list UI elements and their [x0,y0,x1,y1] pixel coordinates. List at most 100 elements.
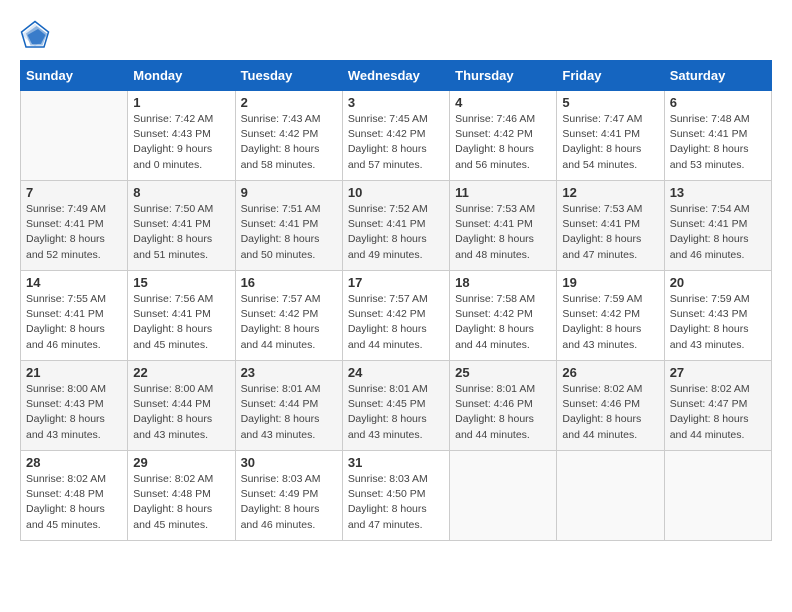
cell-content: Sunrise: 8:01 AMSunset: 4:45 PMDaylight:… [348,382,444,443]
day-number: 5 [562,95,658,110]
day-number: 23 [241,365,337,380]
page-header [20,20,772,50]
calendar-table: SundayMondayTuesdayWednesdayThursdayFrid… [20,60,772,541]
cell-content: Sunrise: 8:01 AMSunset: 4:44 PMDaylight:… [241,382,337,443]
cell-content: Sunrise: 7:57 AMSunset: 4:42 PMDaylight:… [241,292,337,353]
day-number: 21 [26,365,122,380]
calendar-cell: 31 Sunrise: 8:03 AMSunset: 4:50 PMDayligh… [342,451,449,541]
calendar-cell: 15 Sunrise: 7:56 AMSunset: 4:41 PMDayligh… [128,271,235,361]
logo-icon [20,20,50,50]
calendar-cell: 30 Sunrise: 8:03 AMSunset: 4:49 PMDayligh… [235,451,342,541]
logo [20,20,54,50]
calendar-week-row: 14 Sunrise: 7:55 AMSunset: 4:41 PMDayligh… [21,271,772,361]
day-number: 22 [133,365,229,380]
calendar-cell: 29 Sunrise: 8:02 AMSunset: 4:48 PMDayligh… [128,451,235,541]
day-number: 1 [133,95,229,110]
day-number: 26 [562,365,658,380]
cell-content: Sunrise: 8:00 AMSunset: 4:43 PMDaylight:… [26,382,122,443]
calendar-cell: 12 Sunrise: 7:53 AMSunset: 4:41 PMDayligh… [557,181,664,271]
cell-content: Sunrise: 7:55 AMSunset: 4:41 PMDaylight:… [26,292,122,353]
cell-content: Sunrise: 7:46 AMSunset: 4:42 PMDaylight:… [455,112,551,173]
calendar-cell: 18Sunrise: 7:58 AMSunset: 4:42 PMDayligh… [450,271,557,361]
cell-content: Sunrise: 7:53 AMSunset: 4:41 PMDaylight:… [562,202,658,263]
calendar-cell [21,91,128,181]
calendar-cell: 28 Sunrise: 8:02 AMSunset: 4:48 PMDayligh… [21,451,128,541]
cell-content: Sunrise: 8:03 AMSunset: 4:50 PMDaylight:… [348,472,444,533]
cell-content: Sunrise: 8:02 AMSunset: 4:48 PMDaylight:… [133,472,229,533]
cell-content: Sunrise: 8:03 AMSunset: 4:49 PMDaylight:… [241,472,337,533]
weekday-header-saturday: Saturday [664,61,771,91]
day-number: 31 [348,455,444,470]
calendar-cell: 8 Sunrise: 7:50 AMSunset: 4:41 PMDaylight… [128,181,235,271]
calendar-cell: 14 Sunrise: 7:55 AMSunset: 4:41 PMDayligh… [21,271,128,361]
day-number: 2 [241,95,337,110]
cell-content: Sunrise: 7:43 AMSunset: 4:42 PMDaylight:… [241,112,337,173]
weekday-header-sunday: Sunday [21,61,128,91]
day-number: 19 [562,275,658,290]
weekday-header-friday: Friday [557,61,664,91]
calendar-week-row: 1 Sunrise: 7:42 AMSunset: 4:43 PMDaylight… [21,91,772,181]
day-number: 13 [670,185,766,200]
calendar-cell: 19 Sunrise: 7:59 AMSunset: 4:42 PMDayligh… [557,271,664,361]
calendar-week-row: 7Sunrise: 7:49 AMSunset: 4:41 PMDaylight… [21,181,772,271]
day-number: 10 [348,185,444,200]
calendar-cell: 2 Sunrise: 7:43 AMSunset: 4:42 PMDaylight… [235,91,342,181]
calendar-body: 1 Sunrise: 7:42 AMSunset: 4:43 PMDaylight… [21,91,772,541]
calendar-cell: 25 Sunrise: 8:01 AMSunset: 4:46 PMDayligh… [450,361,557,451]
weekday-header-monday: Monday [128,61,235,91]
cell-content: Sunrise: 7:56 AMSunset: 4:41 PMDaylight:… [133,292,229,353]
calendar-cell: 26 Sunrise: 8:02 AMSunset: 4:46 PMDayligh… [557,361,664,451]
weekday-row: SundayMondayTuesdayWednesdayThursdayFrid… [21,61,772,91]
cell-content: Sunrise: 7:59 AMSunset: 4:42 PMDaylight:… [562,292,658,353]
day-number: 8 [133,185,229,200]
calendar-week-row: 21 Sunrise: 8:00 AMSunset: 4:43 PMDayligh… [21,361,772,451]
calendar-cell: 10Sunrise: 7:52 AMSunset: 4:41 PMDayligh… [342,181,449,271]
cell-content: Sunrise: 7:53 AMSunset: 4:41 PMDaylight:… [455,202,551,263]
calendar-cell: 20 Sunrise: 7:59 AMSunset: 4:43 PMDayligh… [664,271,771,361]
calendar-header: SundayMondayTuesdayWednesdayThursdayFrid… [21,61,772,91]
day-number: 29 [133,455,229,470]
day-number: 27 [670,365,766,380]
day-number: 20 [670,275,766,290]
day-number: 25 [455,365,551,380]
day-number: 6 [670,95,766,110]
day-number: 11 [455,185,551,200]
calendar-cell: 16 Sunrise: 7:57 AMSunset: 4:42 PMDayligh… [235,271,342,361]
cell-content: Sunrise: 7:42 AMSunset: 4:43 PMDaylight:… [133,112,229,173]
cell-content: Sunrise: 8:01 AMSunset: 4:46 PMDaylight:… [455,382,551,443]
cell-content: Sunrise: 7:47 AMSunset: 4:41 PMDaylight:… [562,112,658,173]
cell-content: Sunrise: 7:57 AMSunset: 4:42 PMDaylight:… [348,292,444,353]
weekday-header-tuesday: Tuesday [235,61,342,91]
calendar-cell [557,451,664,541]
cell-content: Sunrise: 8:02 AMSunset: 4:47 PMDaylight:… [670,382,766,443]
cell-content: Sunrise: 8:00 AMSunset: 4:44 PMDaylight:… [133,382,229,443]
day-number: 7 [26,185,122,200]
calendar-cell: 13Sunrise: 7:54 AMSunset: 4:41 PMDayligh… [664,181,771,271]
calendar-cell: 3 Sunrise: 7:45 AMSunset: 4:42 PMDaylight… [342,91,449,181]
cell-content: Sunrise: 8:02 AMSunset: 4:46 PMDaylight:… [562,382,658,443]
calendar-cell: 22 Sunrise: 8:00 AMSunset: 4:44 PMDayligh… [128,361,235,451]
cell-content: Sunrise: 8:02 AMSunset: 4:48 PMDaylight:… [26,472,122,533]
cell-content: Sunrise: 7:50 AMSunset: 4:41 PMDaylight:… [133,202,229,263]
calendar-cell: 5 Sunrise: 7:47 AMSunset: 4:41 PMDaylight… [557,91,664,181]
calendar-cell: 23 Sunrise: 8:01 AMSunset: 4:44 PMDayligh… [235,361,342,451]
day-number: 16 [241,275,337,290]
day-number: 14 [26,275,122,290]
day-number: 15 [133,275,229,290]
cell-content: Sunrise: 7:48 AMSunset: 4:41 PMDaylight:… [670,112,766,173]
day-number: 30 [241,455,337,470]
weekday-header-thursday: Thursday [450,61,557,91]
calendar-cell: 17Sunrise: 7:57 AMSunset: 4:42 PMDayligh… [342,271,449,361]
cell-content: Sunrise: 7:59 AMSunset: 4:43 PMDaylight:… [670,292,766,353]
calendar-cell: 9 Sunrise: 7:51 AMSunset: 4:41 PMDaylight… [235,181,342,271]
cell-content: Sunrise: 7:45 AMSunset: 4:42 PMDaylight:… [348,112,444,173]
day-number: 12 [562,185,658,200]
day-number: 3 [348,95,444,110]
day-number: 24 [348,365,444,380]
day-number: 9 [241,185,337,200]
calendar-cell: 24 Sunrise: 8:01 AMSunset: 4:45 PMDayligh… [342,361,449,451]
calendar-cell: 6 Sunrise: 7:48 AMSunset: 4:41 PMDaylight… [664,91,771,181]
day-number: 28 [26,455,122,470]
weekday-header-wednesday: Wednesday [342,61,449,91]
cell-content: Sunrise: 7:51 AMSunset: 4:41 PMDaylight:… [241,202,337,263]
